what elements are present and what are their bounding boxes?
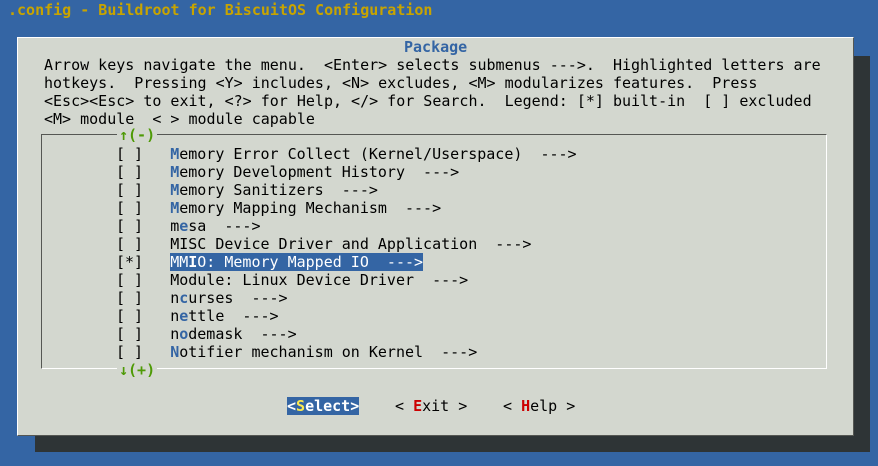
menu-item-label: MMIO: Memory Mapped IO ---> — [170, 253, 424, 271]
menu-item-hotkey: N — [170, 343, 180, 361]
help-line-2: hotkeys. Pressing <Y> includes, <N> excl… — [44, 74, 758, 92]
menu-item-label: ncurses ---> — [170, 289, 288, 307]
help-line-1: Arrow keys navigate the menu. <Enter> se… — [44, 56, 821, 74]
menu-item-checkbox[interactable]: [ ] — [116, 289, 143, 307]
menu-item-checkbox[interactable]: [ ] — [116, 235, 143, 253]
menu-item-checkbox[interactable]: [ ] — [116, 181, 143, 199]
menu-item[interactable]: [ ] Memory Error Collect (Kernel/Userspa… — [116, 145, 577, 163]
menu-item-checkbox[interactable]: [ ] — [116, 145, 143, 163]
menu-item-label: Memory Error Collect (Kernel/Userspace) … — [170, 145, 577, 163]
submenu-arrow: ---> — [405, 163, 460, 181]
menu-item-label: Memory Development History ---> — [170, 163, 460, 181]
menu-item-checkbox[interactable]: [ ] — [116, 199, 143, 217]
menu-item-label: mesa ---> — [170, 217, 261, 235]
menu-item-hotkey: c — [179, 289, 189, 307]
menu-item[interactable]: [ ] Memory Mapping Mechanism ---> — [116, 199, 441, 217]
scroll-up-indicator[interactable]: ↑(-) — [117, 126, 158, 144]
help-line-3: <Esc><Esc> to exit, <?> for Help, </> fo… — [44, 92, 812, 110]
submenu-arrow: ---> — [233, 289, 288, 307]
scroll-down-indicator[interactable]: ↓(+) — [117, 361, 158, 379]
package-dialog: Package Arrow keys navigate the menu. <E… — [17, 37, 854, 436]
submenu-arrow: ---> — [206, 217, 261, 235]
submenu-arrow: ---> — [423, 343, 478, 361]
menu-item-label: MISC Device Driver and Application ---> — [170, 235, 532, 253]
menu-item[interactable]: [ ] Module: Linux Device Driver ---> — [116, 271, 468, 289]
window-title: .config - Buildroot for BiscuitOS Config… — [8, 1, 433, 19]
menu-item[interactable]: [ ] Memory Development History ---> — [116, 163, 459, 181]
menu-item-hotkey: I — [188, 253, 198, 271]
menu-item-hotkey: M — [170, 181, 180, 199]
menu-item-label: Memory Sanitizers ---> — [170, 181, 378, 199]
menu-item-label: Notifier mechanism on Kernel ---> — [170, 343, 478, 361]
menu-item-hotkey: M — [170, 163, 180, 181]
menu-item[interactable]: [ ] ncurses ---> — [116, 289, 288, 307]
menu-item-hotkey: e — [179, 217, 189, 235]
menu-item[interactable]: [ ] nettle ---> — [116, 307, 279, 325]
submenu-arrow: ---> — [522, 145, 577, 163]
menu-item-checkbox[interactable]: [ ] — [116, 325, 143, 343]
menu-item[interactable]: [ ] mesa ---> — [116, 217, 261, 235]
menu-item-checkbox[interactable]: [ ] — [116, 343, 143, 361]
menu-item-label: Memory Mapping Mechanism ---> — [170, 199, 442, 217]
help-button[interactable]: < Help > — [503, 397, 575, 415]
submenu-arrow: ---> — [368, 253, 424, 271]
menu-item[interactable]: [ ] nodemask ---> — [116, 325, 297, 343]
help-line-4: <M> module < > module capable — [44, 110, 315, 128]
submenu-arrow: ---> — [386, 199, 442, 217]
menu-item-label: nodemask ---> — [170, 325, 297, 343]
menu-item-checkbox[interactable]: [*] — [116, 253, 143, 271]
submenu-arrow: ---> — [414, 271, 469, 289]
menu-item-checkbox[interactable]: [ ] — [116, 163, 143, 181]
menu-item-label: Module: Linux Device Driver ---> — [170, 271, 469, 289]
menu-item-hotkey: e — [179, 307, 189, 325]
exit-button[interactable]: < Exit > — [395, 397, 467, 415]
menu-item-label: nettle ---> — [170, 307, 279, 325]
dialog-title: Package — [404, 38, 468, 56]
menu-item-checkbox[interactable]: [ ] — [116, 271, 143, 289]
submenu-arrow: ---> — [477, 235, 532, 253]
menu-item-hotkey: o — [179, 325, 189, 343]
menu-item[interactable]: [ ] MISC Device Driver and Application -… — [116, 235, 531, 253]
submenu-arrow: ---> — [224, 307, 279, 325]
submenu-arrow: ---> — [323, 181, 378, 199]
select-button[interactable]: <Select> — [287, 397, 360, 415]
menu-item-hotkey: M — [170, 145, 180, 163]
menu-item-checkbox[interactable]: [ ] — [116, 217, 143, 235]
menu-item-checkbox[interactable]: [ ] — [116, 307, 143, 325]
menu-item-hotkey: M — [170, 199, 180, 217]
menu-item[interactable]: [ ] Memory Sanitizers ---> — [116, 181, 378, 199]
menu-item[interactable]: [ ] Notifier mechanism on Kernel ---> — [116, 343, 477, 361]
menu-item-selected[interactable]: [*] MMIO: Memory Mapped IO ---> — [116, 253, 424, 271]
submenu-arrow: ---> — [242, 325, 297, 343]
